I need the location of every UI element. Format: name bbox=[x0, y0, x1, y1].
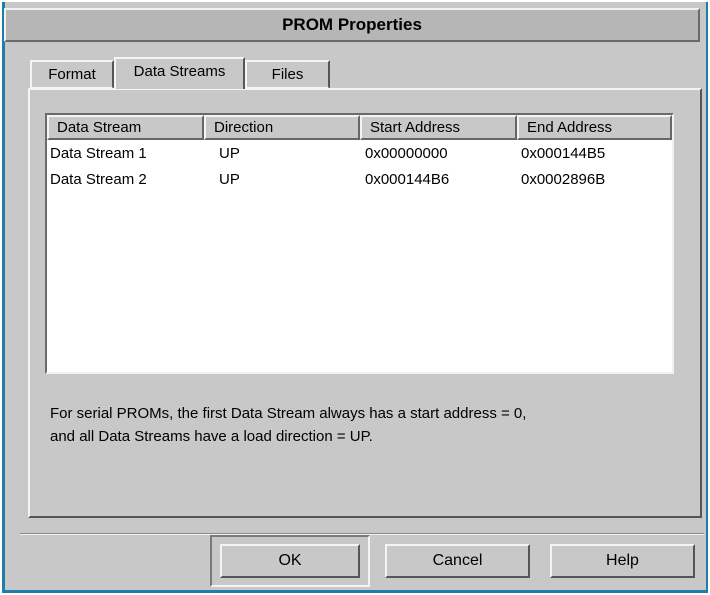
column-header-end-address[interactable]: End Address bbox=[517, 115, 672, 140]
cell-end-address: 0x000144B5 bbox=[521, 145, 606, 162]
cell-direction: UP bbox=[219, 171, 240, 188]
tab-files[interactable]: Files bbox=[245, 60, 330, 89]
cell-data-stream: Data Stream 2 bbox=[50, 171, 147, 188]
data-streams-list[interactable]: Data Stream Direction Start Address End … bbox=[45, 113, 674, 374]
tab-data-streams-label: Data Streams bbox=[133, 63, 226, 80]
tab-files-label: Files bbox=[271, 66, 304, 83]
info-note: For serial PROMs, the first Data Stream … bbox=[50, 402, 690, 448]
cell-start-address: 0x00000000 bbox=[365, 145, 448, 162]
column-header-data-stream[interactable]: Data Stream bbox=[47, 115, 204, 140]
cell-start-address: 0x000144B6 bbox=[365, 171, 450, 188]
help-button[interactable]: Help bbox=[550, 544, 695, 578]
tab-format-label: Format bbox=[48, 66, 96, 83]
column-header-direction[interactable]: Direction bbox=[204, 115, 360, 140]
cell-direction: UP bbox=[219, 145, 240, 162]
ok-button[interactable]: OK bbox=[220, 544, 360, 578]
title-bar[interactable]: PROM Properties bbox=[4, 8, 700, 42]
tab-data-streams[interactable]: Data Streams bbox=[114, 57, 245, 89]
list-item[interactable]: Data Stream 2 UP 0x000144B6 0x0002896B bbox=[47, 167, 672, 193]
info-note-line-1: For serial PROMs, the first Data Stream … bbox=[50, 405, 527, 422]
tab-format[interactable]: Format bbox=[30, 60, 114, 89]
list-header: Data Stream Direction Start Address End … bbox=[47, 115, 672, 140]
window-title: PROM Properties bbox=[282, 15, 422, 34]
list-item[interactable]: Data Stream 1 UP 0x00000000 0x000144B5 bbox=[47, 141, 672, 167]
column-header-start-address[interactable]: Start Address bbox=[360, 115, 517, 140]
cancel-button[interactable]: Cancel bbox=[385, 544, 530, 578]
cell-data-stream: Data Stream 1 bbox=[50, 145, 147, 162]
cell-end-address: 0x0002896B bbox=[521, 171, 606, 188]
info-note-line-2: and all Data Streams have a load directi… bbox=[50, 428, 373, 445]
